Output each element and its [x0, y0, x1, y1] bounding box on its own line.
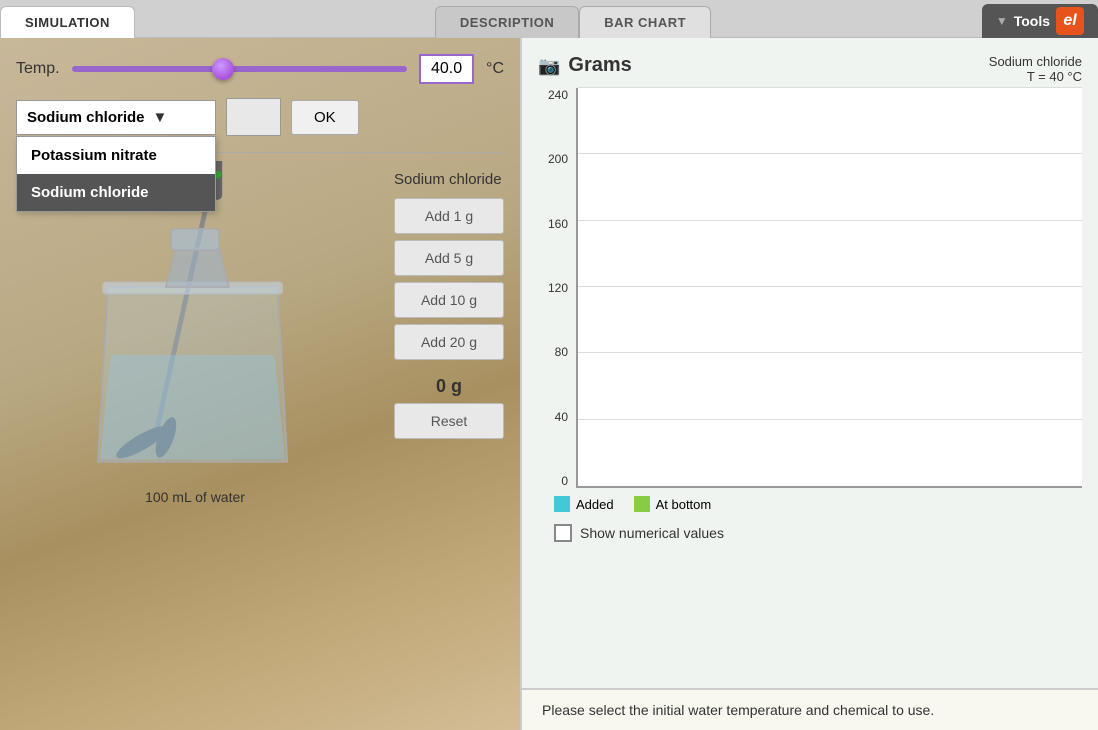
simulation-panel: Temp. 40.0 °C Sodium chloride ▼ Potassiu… [0, 38, 520, 730]
add-10g-button[interactable]: Add 10 g [394, 282, 504, 318]
show-values-row: Show numerical values [538, 520, 1082, 554]
chemical-dropdown[interactable]: Sodium chloride ▼ Potassium nitrate Sodi… [16, 100, 216, 135]
add-5g-button[interactable]: Add 5 g [394, 240, 504, 276]
tab-description[interactable]: DESCRIPTION [435, 6, 579, 38]
chart-title: Grams [568, 54, 631, 77]
temp-value[interactable]: 40.0 [419, 54, 474, 84]
description-text: Please select the initial water temperat… [542, 702, 934, 718]
dropdown-item-sodium[interactable]: Sodium chloride [17, 174, 215, 211]
grid-line-120 [578, 286, 1082, 287]
chart-temp: T = 40 °C [989, 69, 1082, 84]
camera-icon[interactable]: 📷 [538, 56, 560, 77]
grid-line-160 [578, 220, 1082, 221]
dropdown-item-potassium[interactable]: Potassium nitrate [17, 137, 215, 174]
chart-area: 📷 Grams Sodium chloride T = 40 °C 0 40 8… [522, 38, 1098, 688]
chemical-selector-row: Sodium chloride ▼ Potassium nitrate Sodi… [16, 98, 504, 136]
dropdown-arrow-icon: ▼ [153, 109, 168, 126]
tab-barchart[interactable]: BAR CHART [579, 6, 711, 38]
slider-track [72, 66, 407, 72]
legend-at-bottom: At bottom [634, 496, 712, 512]
grid-line-40 [578, 419, 1082, 420]
show-values-checkbox[interactable] [554, 524, 572, 542]
reset-button[interactable]: Reset [394, 403, 504, 439]
tools-button[interactable]: ▼ Tools el [982, 4, 1098, 38]
added-label: Added [576, 497, 614, 512]
added-swatch [554, 496, 570, 512]
amount-display: 0 g [394, 376, 504, 397]
add-1g-button[interactable]: Add 1 g [394, 198, 504, 234]
at-bottom-label: At bottom [656, 497, 712, 512]
add-20g-button[interactable]: Add 20 g [394, 324, 504, 360]
legend-row: Added At bottom [538, 488, 1082, 520]
substance-label: Sodium chloride [394, 171, 502, 188]
y-label-240: 240 [538, 88, 568, 102]
chart-panel: 📷 Grams Sodium chloride T = 40 °C 0 40 8… [520, 38, 1098, 730]
right-controls: Sodium chloride Add 1 g Add 5 g Add 10 g… [394, 161, 504, 714]
dropdown-menu: Potassium nitrate Sodium chloride [16, 136, 216, 212]
y-axis: 0 40 80 120 160 200 240 [538, 88, 576, 488]
y-label-200: 200 [538, 152, 568, 166]
temp-label: Temp. [16, 60, 60, 78]
tab-simulation[interactable]: SIMULATION [0, 6, 135, 38]
grid-container [576, 88, 1082, 488]
beaker-container: 100 mL of water [16, 161, 374, 714]
y-label-0: 0 [538, 474, 568, 488]
y-label-160: 160 [538, 217, 568, 231]
temp-unit: °C [486, 60, 504, 78]
chevron-icon: ▼ [996, 14, 1008, 28]
slider-thumb[interactable] [212, 58, 234, 80]
chem-input[interactable] [226, 98, 281, 136]
grid-line-80 [578, 352, 1082, 353]
tools-label: Tools [1014, 13, 1050, 29]
ok-button[interactable]: OK [291, 100, 359, 135]
chart-subtitle: Sodium chloride [989, 54, 1082, 69]
beaker-label: 100 mL of water [145, 489, 245, 505]
at-bottom-swatch [634, 496, 650, 512]
legend-added: Added [554, 496, 614, 512]
y-label-120: 120 [538, 281, 568, 295]
grid-line-240 [578, 87, 1082, 88]
show-values-label: Show numerical values [580, 525, 724, 541]
y-label-40: 40 [538, 410, 568, 424]
chart-grid: 0 40 80 120 160 200 240 [538, 88, 1082, 488]
grid-line-200 [578, 153, 1082, 154]
tools-logo: el [1056, 7, 1084, 35]
description-bar: Please select the initial water temperat… [522, 688, 1098, 730]
selected-chemical-label: Sodium chloride [27, 109, 145, 126]
y-label-80: 80 [538, 345, 568, 359]
beaker-area: 100 mL of water Sodium chloride Add 1 g … [16, 161, 504, 714]
temp-slider[interactable] [72, 59, 407, 79]
